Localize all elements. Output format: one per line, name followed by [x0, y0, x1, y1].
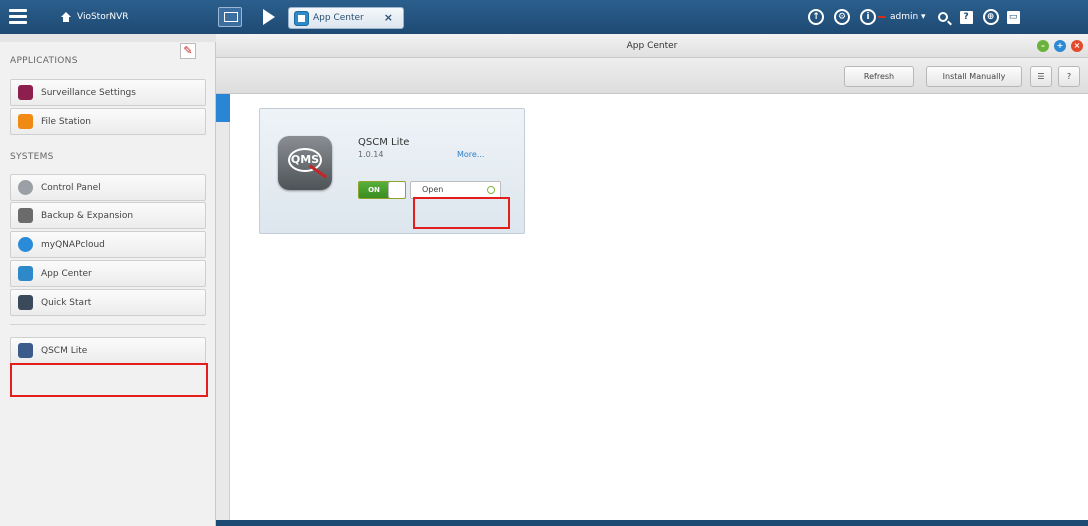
- highlight-box-card: [413, 197, 510, 229]
- admin-menu[interactable]: admin ▾: [890, 12, 926, 22]
- sidebar-item-label: Surveillance Settings: [41, 87, 136, 98]
- install-manually-button[interactable]: Install Manually: [926, 66, 1022, 87]
- sidebar-item-label: Quick Start: [41, 297, 92, 308]
- globe-icon[interactable]: ⊕: [982, 9, 999, 25]
- content-left-rail: [216, 94, 230, 520]
- toolbar: Refresh Install Manually ☰ ?: [216, 58, 1088, 94]
- systems-header: SYSTEMS: [10, 152, 54, 162]
- qscm-icon: [18, 343, 33, 358]
- app-center-icon: [294, 11, 309, 26]
- sidebar-item-qscm-lite[interactable]: QSCM Lite: [10, 337, 206, 364]
- notification-badge[interactable]: [878, 16, 886, 18]
- close-icon[interactable]: ×: [1071, 40, 1083, 52]
- applications-header: APPLICATIONS: [10, 56, 78, 66]
- display-icon[interactable]: ▭: [1006, 10, 1020, 24]
- upload-icon[interactable]: ↑: [808, 9, 824, 25]
- refresh-button[interactable]: Refresh: [844, 66, 914, 87]
- view-toggle-icon[interactable]: ☰: [1030, 66, 1052, 87]
- info-icon[interactable]: i: [860, 9, 876, 25]
- app-center-icon: [18, 266, 33, 281]
- tab-close-icon[interactable]: ×: [384, 11, 393, 24]
- top-right-tools: ↑ ⚙ i admin ▾ ? ⊕ ▭: [808, 7, 1020, 27]
- bottom-bar: [216, 520, 1088, 526]
- sidebar-item-quick-start[interactable]: Quick Start: [10, 289, 206, 316]
- laptop-icon: [18, 295, 33, 310]
- surveillance-icon: [18, 85, 33, 100]
- sidebar-divider: [10, 324, 206, 325]
- sidebar-item-file-station[interactable]: File Station: [10, 108, 206, 135]
- open-status-icon: [487, 186, 495, 194]
- tab-app-center[interactable]: App Center ×: [288, 7, 404, 29]
- backup-icon: [18, 208, 33, 223]
- sidebar-item-label: myQNAPcloud: [41, 239, 105, 250]
- help-button[interactable]: ?: [1058, 66, 1080, 87]
- sidebar-item-label: App Center: [41, 268, 92, 279]
- sidebar: ✎ APPLICATIONS Surveillance Settings Fil…: [0, 34, 216, 526]
- sidebar-top-strip: [0, 34, 216, 42]
- selected-category-marker: [216, 94, 230, 122]
- home-label: VioStorNVR: [77, 12, 129, 22]
- home-icon: [60, 11, 72, 23]
- app-enable-toggle[interactable]: ON: [358, 181, 406, 199]
- maximize-icon[interactable]: +: [1054, 40, 1066, 52]
- window-title-bar: App Center – + ×: [216, 34, 1088, 58]
- folder-icon: [18, 114, 33, 129]
- open-label: Open: [422, 185, 444, 194]
- app-version: 1.0.14: [358, 150, 384, 159]
- pin-icon[interactable]: ✎: [180, 43, 196, 59]
- sidebar-item-backup-expansion[interactable]: Backup & Expansion: [10, 202, 206, 229]
- menu-icon[interactable]: [8, 7, 28, 27]
- toggle-label: ON: [359, 182, 389, 198]
- sidebar-item-app-center[interactable]: App Center: [10, 260, 206, 287]
- help-icon[interactable]: ?: [959, 10, 973, 24]
- toggle-knob: [388, 182, 405, 198]
- minimize-icon[interactable]: –: [1037, 40, 1049, 52]
- sidebar-item-surveillance-settings[interactable]: Surveillance Settings: [10, 79, 206, 106]
- top-bar: VioStorNVR App Center × ↑ ⚙ i admin ▾ ? …: [0, 0, 1088, 34]
- settings-icon[interactable]: ⚙: [834, 9, 850, 25]
- window-title: App Center: [626, 41, 678, 51]
- sidebar-item-myqnapcloud[interactable]: myQNAPcloud: [10, 231, 206, 258]
- sidebar-item-label: QSCM Lite: [41, 345, 88, 356]
- more-link[interactable]: More...: [457, 150, 484, 159]
- sidebar-item-label: Control Panel: [41, 182, 101, 193]
- cloud-icon: [18, 237, 33, 252]
- search-icon[interactable]: [937, 12, 948, 22]
- highlight-box-sidebar: [10, 363, 208, 397]
- sidebar-item-label: File Station: [41, 116, 91, 127]
- app-name: QSCM Lite: [358, 137, 410, 148]
- tab-label: App Center: [313, 13, 364, 23]
- sidebar-item-control-panel[interactable]: Control Panel: [10, 174, 206, 201]
- gear-icon: [18, 180, 33, 195]
- play-icon[interactable]: [263, 9, 275, 25]
- sidebar-item-label: Backup & Expansion: [41, 210, 134, 221]
- home-button[interactable]: VioStorNVR: [60, 8, 129, 26]
- qscm-logo-icon: QMS: [278, 136, 332, 190]
- monitor-icon[interactable]: [218, 7, 242, 27]
- window-controls: – + ×: [1037, 40, 1083, 52]
